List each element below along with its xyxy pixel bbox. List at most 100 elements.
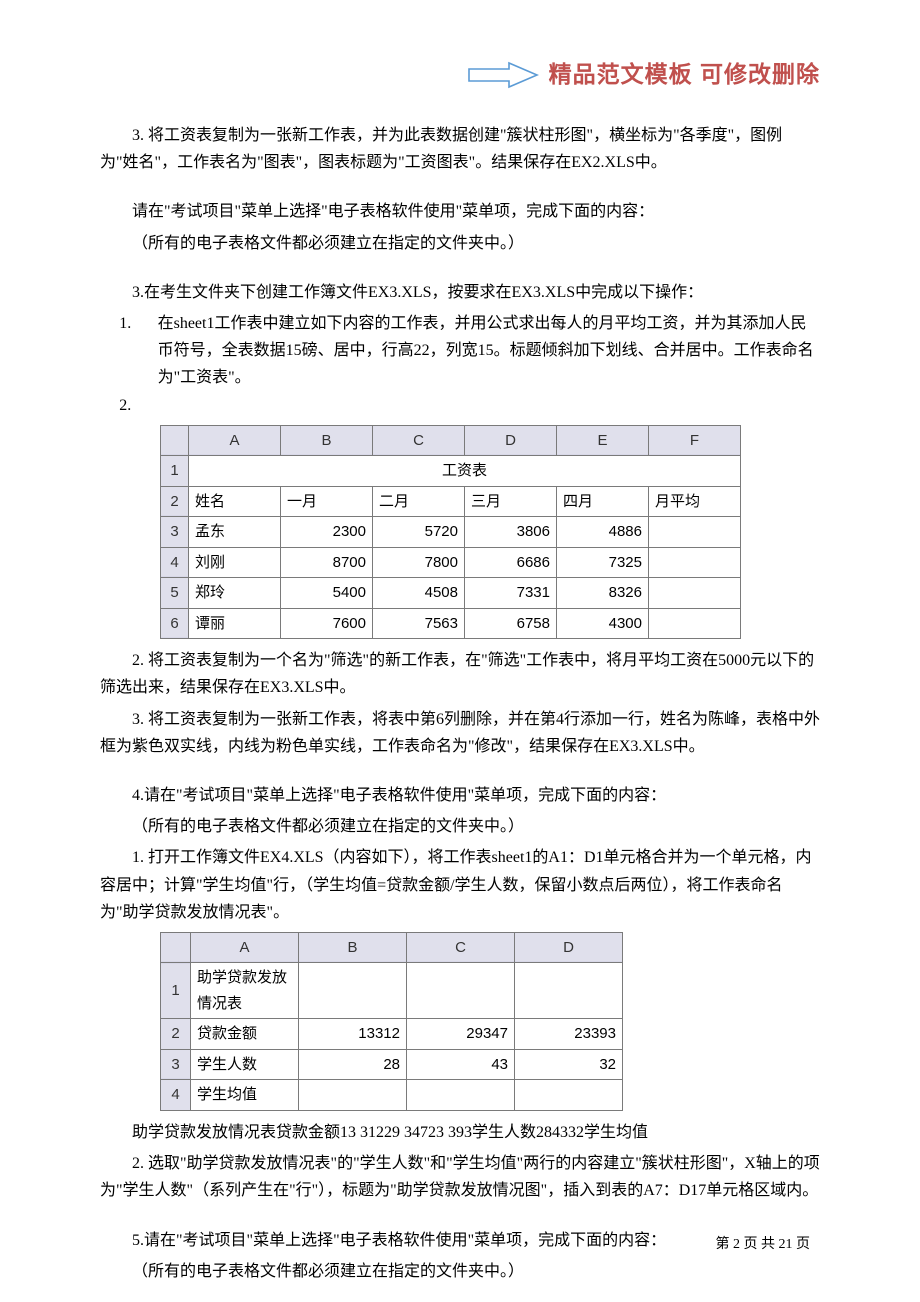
- cell: 二月: [373, 486, 465, 517]
- cell: [299, 963, 407, 1019]
- cell: [649, 547, 741, 578]
- row-header: 1: [161, 456, 189, 487]
- cell: 7563: [373, 608, 465, 639]
- paragraph: 请在"考试项目"菜单上选择"电子表格软件使用"菜单项，完成下面的内容：: [100, 198, 820, 225]
- arrow-right-icon: [467, 61, 539, 89]
- cell: 29347: [407, 1019, 515, 1050]
- cell: 姓名: [189, 486, 281, 517]
- cell: 四月: [557, 486, 649, 517]
- list-item: 1. 在sheet1工作表中建立如下内容的工作表，并用公式求出每人的月平均工资，…: [100, 310, 820, 392]
- col-header: E: [557, 425, 649, 456]
- table-row: 2 贷款金额 13312 29347 23393: [161, 1019, 623, 1050]
- cell: [299, 1080, 407, 1111]
- cell: 月平均: [649, 486, 741, 517]
- row-header: 1: [161, 963, 191, 1019]
- row-header: 4: [161, 1080, 191, 1111]
- salary-table: A B C D E F 1 工资表 2 姓名 一月 二月 三月 四月 月平均 3…: [160, 425, 741, 640]
- cell: 一月: [281, 486, 373, 517]
- cell: 6758: [465, 608, 557, 639]
- col-header: D: [515, 932, 623, 963]
- col-header: F: [649, 425, 741, 456]
- table-title-cell: 工资表: [189, 456, 741, 487]
- col-header: A: [189, 425, 281, 456]
- cell: 7600: [281, 608, 373, 639]
- cell: 43: [407, 1049, 515, 1080]
- cell: 23393: [515, 1019, 623, 1050]
- cell: 孟东: [189, 517, 281, 548]
- row-header: 3: [161, 1049, 191, 1080]
- cell: 贷款金额: [191, 1019, 299, 1050]
- cell: 32: [515, 1049, 623, 1080]
- cell: 助学贷款发放情况表: [191, 963, 299, 1019]
- cell: 7800: [373, 547, 465, 578]
- cell: 三月: [465, 486, 557, 517]
- cell: 8326: [557, 578, 649, 609]
- cell: 5400: [281, 578, 373, 609]
- col-header: B: [299, 932, 407, 963]
- cell: 4508: [373, 578, 465, 609]
- table-row: 2 姓名 一月 二月 三月 四月 月平均: [161, 486, 741, 517]
- cell: 28: [299, 1049, 407, 1080]
- paragraph: （所有的电子表格文件都必须建立在指定的文件夹中。）: [100, 230, 820, 257]
- cell: [515, 1080, 623, 1111]
- loan-table: A B C D 1 助学贷款发放情况表 2 贷款金额 13312 29347 2…: [160, 932, 623, 1111]
- paragraph: 5.请在"考试项目"菜单上选择"电子表格软件使用"菜单项，完成下面的内容：: [100, 1227, 820, 1254]
- cell: 学生均值: [191, 1080, 299, 1111]
- paragraph: 3. 将工资表复制为一张新工作表，将表中第6列删除，并在第4行添加一行，姓名为陈…: [100, 706, 820, 760]
- paragraph: 2. 将工资表复制为一个名为"筛选"的新工作表，在"筛选"工作表中，将月平均工资…: [100, 647, 820, 701]
- row-header: 2: [161, 1019, 191, 1050]
- cell: 谭丽: [189, 608, 281, 639]
- cell: 6686: [465, 547, 557, 578]
- cell: 4886: [557, 517, 649, 548]
- table-header-row: A B C D: [161, 932, 623, 963]
- page-header: 精品范文模板 可修改删除: [100, 55, 820, 94]
- cell: 8700: [281, 547, 373, 578]
- paragraph: （所有的电子表格文件都必须建立在指定的文件夹中。）: [100, 813, 820, 840]
- cell: 2300: [281, 517, 373, 548]
- list-number: 2.: [100, 392, 158, 419]
- col-header: D: [465, 425, 557, 456]
- table-header-row: A B C D E F: [161, 425, 741, 456]
- page-footer: 第 2 页 共 21 页: [716, 1233, 811, 1257]
- cell: 刘刚: [189, 547, 281, 578]
- cell: [649, 517, 741, 548]
- col-header: B: [281, 425, 373, 456]
- cell: 学生人数: [191, 1049, 299, 1080]
- table-row: 3 学生人数 28 43 32: [161, 1049, 623, 1080]
- list-text: [158, 392, 820, 419]
- table-row: 3 孟东 2300 5720 3806 4886: [161, 517, 741, 548]
- row-header: 4: [161, 547, 189, 578]
- table-row: 6 谭丽 7600 7563 6758 4300: [161, 608, 741, 639]
- cell: 4300: [557, 608, 649, 639]
- col-header: C: [373, 425, 465, 456]
- cell: 郑玲: [189, 578, 281, 609]
- row-header: 5: [161, 578, 189, 609]
- paragraph: 2. 选取"助学贷款发放情况表"的"学生人数"和"学生均值"两行的内容建立"簇状…: [100, 1150, 820, 1204]
- paragraph: （所有的电子表格文件都必须建立在指定的文件夹中。）: [100, 1258, 820, 1285]
- cell: [649, 608, 741, 639]
- cell: [407, 963, 515, 1019]
- table-row: 4 刘刚 8700 7800 6686 7325: [161, 547, 741, 578]
- paragraph: 3. 将工资表复制为一张新工作表，并为此表数据创建"簇状柱形图"，横坐标为"各季…: [100, 122, 820, 176]
- cell: [407, 1080, 515, 1111]
- cell: 3806: [465, 517, 557, 548]
- paragraph: 助学贷款发放情况表贷款金额13 31229 34723 393学生人数28433…: [100, 1119, 820, 1146]
- cell: [649, 578, 741, 609]
- row-header: 6: [161, 608, 189, 639]
- cell: 5720: [373, 517, 465, 548]
- list-text: 在sheet1工作表中建立如下内容的工作表，并用公式求出每人的月平均工资，并为其…: [158, 310, 820, 392]
- table-row: 4 学生均值: [161, 1080, 623, 1111]
- row-header: 2: [161, 486, 189, 517]
- header-title: 精品范文模板 可修改删除: [549, 55, 820, 94]
- table-row: 5 郑玲 5400 4508 7331 8326: [161, 578, 741, 609]
- table-corner: [161, 425, 189, 456]
- paragraph: 4.请在"考试项目"菜单上选择"电子表格软件使用"菜单项，完成下面的内容：: [100, 782, 820, 809]
- list-number: 1.: [100, 310, 158, 392]
- paragraph: 1. 打开工作簿文件EX4.XLS（内容如下），将工作表sheet1的A1：D1…: [100, 844, 820, 926]
- cell: 7331: [465, 578, 557, 609]
- cell: 13312: [299, 1019, 407, 1050]
- cell: [515, 963, 623, 1019]
- table-row: 1 助学贷款发放情况表: [161, 963, 623, 1019]
- row-header: 3: [161, 517, 189, 548]
- paragraph: 3.在考生文件夹下创建工作簿文件EX3.XLS，按要求在EX3.XLS中完成以下…: [100, 279, 820, 306]
